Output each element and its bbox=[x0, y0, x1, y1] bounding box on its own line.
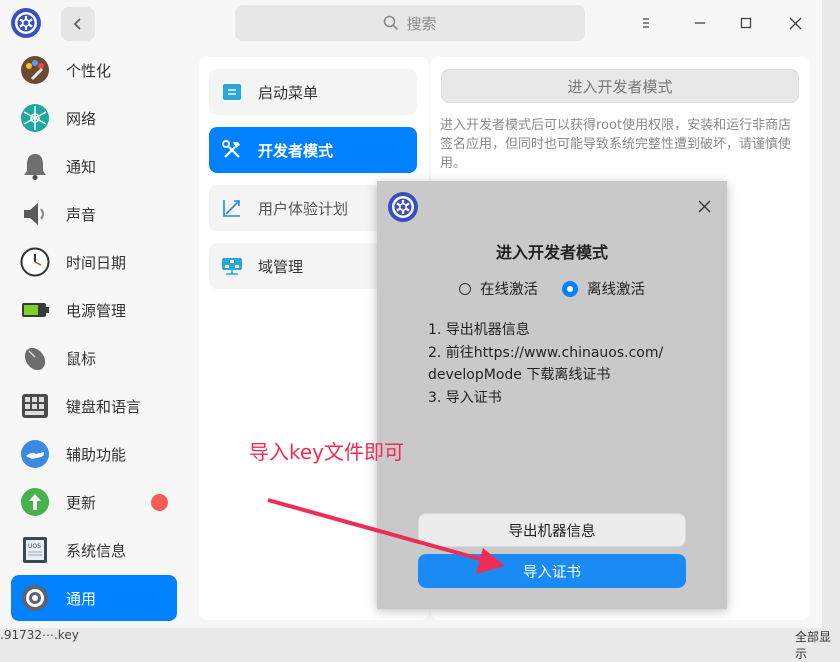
sidebar-item-system-info[interactable]: UOS 系统信息 bbox=[11, 527, 177, 573]
control-center-logo-icon bbox=[11, 8, 41, 38]
clock-icon bbox=[20, 247, 50, 277]
radio-offline-activation[interactable]: 离线激活 bbox=[562, 278, 645, 299]
sidebar-item-label: 个性化 bbox=[66, 61, 112, 80]
radio-label: 离线激活 bbox=[587, 282, 645, 298]
sidebar-item-general[interactable]: 通用 bbox=[11, 575, 177, 621]
import-certificate-button[interactable]: 导入证书 bbox=[418, 554, 686, 588]
maximize-icon bbox=[740, 17, 752, 29]
menu-icon bbox=[643, 18, 649, 28]
keyboard-icon bbox=[20, 391, 50, 421]
sidebar-item-notification[interactable]: 通知 bbox=[11, 143, 177, 189]
sidebar-item-power[interactable]: 电源管理 bbox=[11, 287, 177, 333]
sidebar-item-label: 通知 bbox=[66, 157, 97, 176]
update-notification-badge bbox=[151, 494, 168, 511]
battery-icon bbox=[20, 295, 50, 325]
minimize-button[interactable] bbox=[687, 10, 713, 36]
background-filename: .91732⋯.key bbox=[0, 628, 79, 642]
sidebar-item-label: 鼠标 bbox=[66, 349, 97, 368]
step-2-line-2: developMode 下载离线证书 bbox=[428, 367, 611, 383]
sidebar-item-label: 通用 bbox=[66, 589, 97, 608]
step-1: 1. 导出机器信息 bbox=[428, 322, 530, 338]
sidebar-item-datetime[interactable]: 时间日期 bbox=[11, 239, 177, 285]
background-show-all: 全部显示 bbox=[795, 630, 832, 661]
sidebar-item-label: 电源管理 bbox=[66, 301, 127, 320]
search-placeholder: 搜索 bbox=[406, 14, 437, 33]
update-icon bbox=[20, 487, 50, 517]
radio-unchecked-icon bbox=[459, 282, 471, 295]
minimize-icon bbox=[695, 22, 705, 24]
network-icon bbox=[20, 103, 50, 133]
sidebar-item-update[interactable]: 更新 bbox=[11, 479, 177, 525]
submenu-item-label: 开发者模式 bbox=[258, 141, 334, 160]
sidebar-item-label: 声音 bbox=[66, 205, 97, 224]
search-icon bbox=[384, 15, 399, 31]
radio-checked-icon bbox=[562, 280, 578, 297]
speaker-icon bbox=[20, 199, 50, 229]
sidebar-item-label: 更新 bbox=[66, 493, 97, 512]
sidebar-item-sound[interactable]: 声音 bbox=[11, 191, 177, 237]
search-input[interactable]: 搜索 bbox=[235, 5, 585, 41]
boot-menu-icon bbox=[220, 80, 244, 104]
sidebar-item-accessibility[interactable]: 辅助功能 bbox=[11, 431, 177, 477]
sidebar-item-label: 时间日期 bbox=[66, 253, 127, 272]
menu-button[interactable] bbox=[633, 10, 659, 36]
sidebar-item-keyboard[interactable]: 键盘和语言 bbox=[11, 383, 177, 429]
control-center-logo-icon bbox=[388, 192, 418, 222]
dialog-close-button[interactable] bbox=[693, 195, 715, 217]
domain-icon bbox=[220, 254, 244, 278]
submenu-item-label: 域管理 bbox=[258, 257, 304, 276]
bell-icon bbox=[20, 151, 50, 181]
accessibility-icon bbox=[20, 439, 50, 469]
activation-steps: 1. 导出机器信息 2. 前往https://www.chinauos.com/… bbox=[428, 319, 688, 409]
sidebar-item-personalization[interactable]: 个性化 bbox=[11, 47, 177, 93]
close-button[interactable] bbox=[782, 10, 808, 36]
palette-icon bbox=[20, 55, 50, 85]
activation-mode-radio-group: 在线激活 离线激活 bbox=[377, 278, 727, 299]
mouse-icon bbox=[20, 343, 50, 373]
radio-label: 在线激活 bbox=[480, 282, 538, 298]
developer-mode-description: 进入开发者模式后可以获得root使用权限，安装和运行非商店签名应用，但同时也可能… bbox=[440, 118, 792, 171]
sidebar-item-label: 辅助功能 bbox=[66, 445, 127, 464]
sidebar-item-label: 网络 bbox=[66, 109, 97, 128]
chart-line-icon bbox=[220, 196, 244, 220]
maximize-button[interactable] bbox=[733, 10, 759, 36]
sidebar-item-network[interactable]: 网络 bbox=[11, 95, 177, 141]
dialog-title: 进入开发者模式 bbox=[495, 243, 608, 262]
annotation-text: 导入key文件即可 bbox=[249, 440, 405, 464]
back-button[interactable] bbox=[61, 7, 95, 41]
submenu-item-label: 启动菜单 bbox=[258, 83, 319, 102]
developer-mode-dialog: 进入开发者模式 在线激活 离线激活 1. 导出机器信息 2. 前往https:/… bbox=[377, 181, 727, 609]
submenu-item-boot-menu[interactable]: 启动菜单 bbox=[209, 69, 417, 115]
step-3: 3. 导入证书 bbox=[428, 389, 502, 406]
close-icon bbox=[698, 200, 710, 212]
close-icon bbox=[789, 17, 801, 29]
enter-developer-mode-button[interactable]: 进入开发者模式 bbox=[441, 69, 799, 103]
svg-text:UOS: UOS bbox=[28, 543, 41, 550]
step-2-line-1: 2. 前往https://www.chinauos.com/ bbox=[428, 344, 664, 361]
title-bar: 搜索 bbox=[0, 0, 822, 46]
submenu-item-developer-mode[interactable]: 开发者模式 bbox=[209, 127, 417, 173]
sidebar-item-mouse[interactable]: 鼠标 bbox=[11, 335, 177, 381]
chevron-left-icon bbox=[73, 18, 81, 30]
sidebar-item-label: 键盘和语言 bbox=[66, 397, 142, 416]
export-machine-info-button[interactable]: 导出机器信息 bbox=[418, 513, 686, 547]
developer-tools-icon bbox=[220, 138, 244, 162]
system-info-icon: UOS bbox=[20, 535, 50, 565]
sidebar-item-label: 系统信息 bbox=[66, 541, 127, 560]
radio-online-activation[interactable]: 在线激活 bbox=[459, 278, 538, 299]
sidebar: 个性化 网络 通知 声音 时间日期 电源管理 鼠标 键盘和语言 辅助功能 更新 … bbox=[0, 46, 188, 628]
submenu-item-label: 用户体验计划 bbox=[258, 199, 349, 218]
gear-icon bbox=[20, 583, 50, 613]
